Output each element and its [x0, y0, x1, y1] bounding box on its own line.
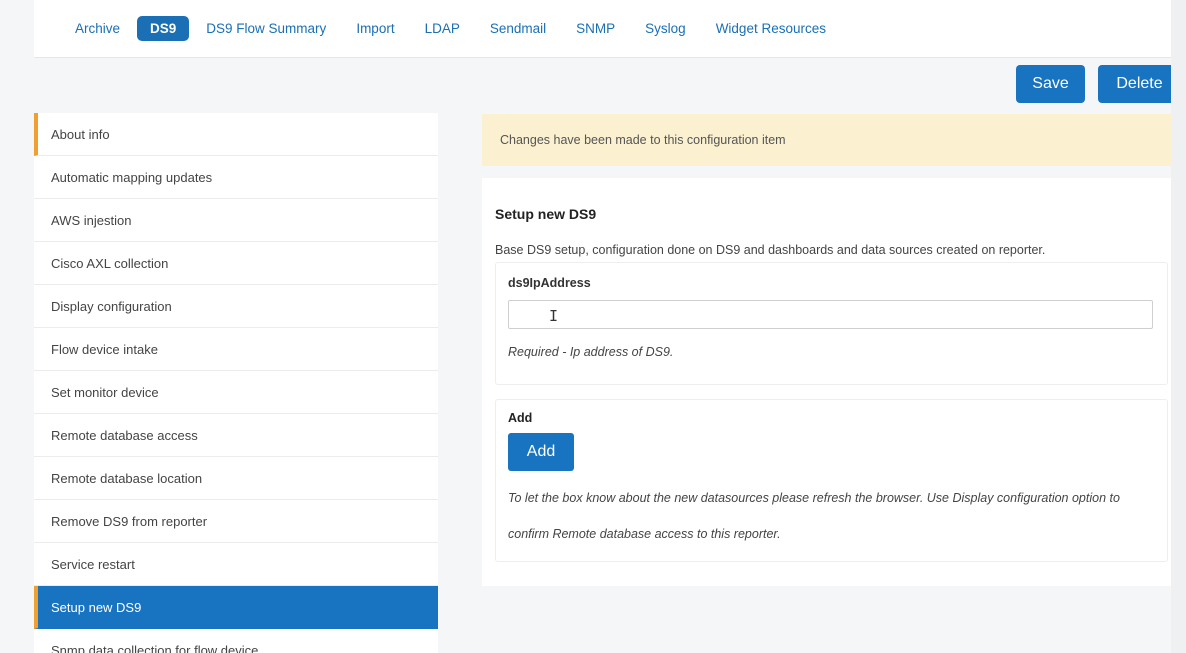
sidebar-item-automatic-mapping-updates[interactable]: Automatic mapping updates: [34, 156, 438, 199]
delete-button[interactable]: Delete: [1098, 65, 1181, 103]
tab-widget-resources[interactable]: Widget Resources: [703, 16, 839, 41]
add-help-text: To let the box know about the new dataso…: [508, 491, 1120, 541]
sidebar-item-about-info[interactable]: About info: [34, 113, 438, 156]
save-button[interactable]: Save: [1016, 65, 1085, 103]
add-card: Add Add To let the box know about the ne…: [495, 399, 1168, 562]
tab-import[interactable]: Import: [343, 16, 407, 41]
panel-title: Setup new DS9: [495, 206, 597, 222]
sidebar-item-remove-ds9-from-reporter[interactable]: Remove DS9 from reporter: [34, 500, 438, 543]
add-label: Add: [508, 411, 533, 425]
sidebar-item-cisco-axl-collection[interactable]: Cisco AXL collection: [34, 242, 438, 285]
page-scrollbar[interactable]: [1171, 0, 1186, 653]
add-button[interactable]: Add: [508, 433, 574, 471]
tab-ds9[interactable]: DS9: [137, 16, 190, 41]
ip-address-label: ds9IpAddress: [508, 276, 591, 290]
tab-archive[interactable]: Archive: [62, 16, 133, 41]
tab-bar: Archive DS9 DS9 Flow Summary Import LDAP…: [62, 16, 843, 41]
notice-text: Changes have been made to this configura…: [500, 133, 786, 147]
ip-address-input[interactable]: [508, 300, 1153, 329]
sidebar-item-aws-injestion[interactable]: AWS injestion: [34, 199, 438, 242]
sidebar-item-snmp-data-collection[interactable]: Snmp data collection for flow device: [34, 629, 438, 653]
ip-address-help: Required - Ip address of DS9.: [508, 345, 674, 359]
sidebar-item-display-configuration[interactable]: Display configuration: [34, 285, 438, 328]
config-item-sidebar: About info Automatic mapping updates AWS…: [34, 113, 438, 653]
sidebar-item-setup-new-ds9[interactable]: Setup new DS9: [34, 586, 438, 629]
sidebar-item-flow-device-intake[interactable]: Flow device intake: [34, 328, 438, 371]
tab-snmp[interactable]: SNMP: [563, 16, 628, 41]
tab-syslog[interactable]: Syslog: [632, 16, 699, 41]
ip-address-field-card: ds9IpAddress I Required - Ip address of …: [495, 262, 1168, 385]
tab-sendmail[interactable]: Sendmail: [477, 16, 559, 41]
panel-description: Base DS9 setup, configuration done on DS…: [495, 243, 1046, 257]
setup-ds9-panel: Setup new DS9 Base DS9 setup, configurat…: [482, 178, 1181, 586]
sidebar-item-set-monitor-device[interactable]: Set monitor device: [34, 371, 438, 414]
sidebar-item-remote-database-location[interactable]: Remote database location: [34, 457, 438, 500]
sidebar-item-service-restart[interactable]: Service restart: [34, 543, 438, 586]
top-navigation: Archive DS9 DS9 Flow Summary Import LDAP…: [34, 0, 1174, 58]
tab-ldap[interactable]: LDAP: [412, 16, 473, 41]
sidebar-item-remote-database-access[interactable]: Remote database access: [34, 414, 438, 457]
tab-ds9-flow-summary[interactable]: DS9 Flow Summary: [193, 16, 339, 41]
unsaved-changes-notice: Changes have been made to this configura…: [482, 114, 1181, 166]
